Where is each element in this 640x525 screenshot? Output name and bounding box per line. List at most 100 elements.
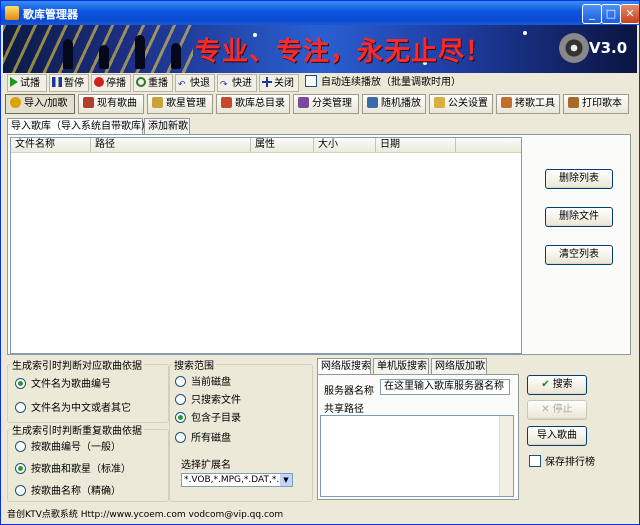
nav-copy-tool[interactable]: 拷歌工具	[496, 94, 560, 114]
close-icon	[262, 77, 272, 87]
share-path-scrollbar[interactable]	[499, 416, 513, 496]
radio-dot[interactable]	[175, 412, 186, 423]
app-icon	[5, 6, 19, 20]
file-list-header: 文件名称 路径 属性 大小 日期	[11, 138, 521, 153]
radio-filename-as-number[interactable]: 文件名为歌曲编号	[15, 375, 111, 390]
radio-by-song-name[interactable]: 按歌曲名称（精确）	[15, 482, 121, 497]
dancer-silhouette	[63, 39, 73, 69]
rewind-button[interactable]: ↶ 快退	[175, 74, 215, 92]
pause-button[interactable]: 暂停	[49, 74, 89, 92]
radio-current-disk[interactable]: 当前磁盘	[175, 373, 231, 388]
tab-add-new-song[interactable]: 添加新歌	[144, 118, 190, 134]
version-label: V3.0	[589, 39, 628, 57]
extension-value: *.VOB,*.MPG,*.DAT,*.M	[184, 475, 287, 485]
search-button[interactable]: ✔ 搜索	[527, 375, 587, 395]
chevron-down-icon[interactable]: ▼	[280, 474, 292, 486]
nav-category-management[interactable]: 分类管理	[293, 94, 359, 114]
radio-files-only[interactable]: 只搜索文件	[175, 391, 241, 406]
column-date[interactable]: 日期	[376, 138, 456, 152]
nav-import-songs[interactable]: 导入/加歌	[5, 94, 75, 114]
radio-by-song-and-singer[interactable]: 按歌曲和歌星（标准）	[15, 460, 131, 475]
extension-select[interactable]: *.VOB,*.MPG,*.DAT,*.M ▼	[181, 473, 293, 487]
radio-dot[interactable]	[175, 394, 186, 405]
nav-song-catalog[interactable]: 歌库总目录	[216, 94, 290, 114]
column-filename[interactable]: 文件名称	[11, 138, 91, 152]
dancer-silhouette	[135, 35, 145, 69]
nav-label: 拷歌工具	[515, 98, 555, 109]
fast-forward-label: 快进	[232, 78, 252, 89]
radio-dot[interactable]	[15, 441, 26, 452]
close-window-button[interactable]: ✕	[620, 4, 639, 24]
radio-dot[interactable]	[15, 378, 26, 389]
column-path[interactable]: 路径	[91, 138, 251, 152]
maximize-button[interactable]: □	[601, 4, 621, 24]
share-path-input[interactable]	[320, 415, 514, 497]
sparkle	[523, 31, 527, 35]
save-ranking-checkbox[interactable]	[529, 455, 541, 467]
nav-label: 公关设置	[448, 98, 488, 109]
tab-standalone-search[interactable]: 单机版搜索	[373, 358, 429, 374]
radio-label: 当前磁盘	[191, 377, 231, 388]
radio-dot[interactable]	[15, 463, 26, 474]
duplicate-basis-legend: 生成索引时判断重复歌曲依据	[12, 426, 142, 437]
play-icon	[10, 77, 18, 87]
auto-play-checkbox[interactable]	[305, 75, 317, 87]
status-bar: 音创KTV点歌系统 Http://www.ycoem.com vodcom@vi…	[7, 510, 284, 520]
checkmark-icon: ✔	[541, 379, 550, 390]
nav-public-settings[interactable]: 公关设置	[429, 94, 493, 114]
stop-search-label: 停止	[552, 404, 573, 415]
radio-all-disks[interactable]: 所有磁盘	[175, 429, 231, 444]
pause-icon	[52, 77, 62, 87]
radio-dot[interactable]	[175, 432, 186, 443]
radio-dot[interactable]	[175, 376, 186, 387]
file-list[interactable]: 文件名称 路径 属性 大小 日期	[10, 137, 522, 354]
auto-play-option[interactable]: 自动连续播放（批量调歌时用）	[305, 74, 461, 92]
nav-label: 导入/加歌	[24, 98, 68, 109]
catalog-icon	[221, 97, 232, 108]
radio-dot[interactable]	[15, 485, 26, 496]
replay-icon	[136, 77, 146, 87]
fast-forward-button[interactable]: ↷ 快进	[217, 74, 257, 92]
save-ranking-option[interactable]: 保存排行榜	[529, 453, 595, 468]
radio-by-song-number[interactable]: 按歌曲编号（一般）	[15, 438, 121, 453]
main-toolbar: 导入/加歌 现有歌曲 歌星管理 歌库总目录 分类管理 随机播放 公关设置 拷歌工…	[3, 94, 637, 114]
tab-import-library[interactable]: 导入歌库（导入系统自带歌库）	[7, 118, 151, 135]
search-scope-legend: 搜索范围	[174, 361, 214, 372]
window-title: 歌库管理器	[23, 8, 78, 21]
print-icon	[568, 97, 579, 108]
minimize-button[interactable]: _	[582, 4, 602, 24]
import-icon	[10, 97, 21, 108]
singer-icon	[152, 97, 163, 108]
stop-button[interactable]: 停播	[91, 74, 131, 92]
import-songs-button[interactable]: 导入歌曲	[527, 426, 587, 446]
settings-icon	[434, 97, 445, 108]
stop-label: 停播	[106, 78, 126, 89]
nav-print-songbook[interactable]: 打印歌本	[563, 94, 629, 114]
radio-label: 按歌曲编号（一般）	[31, 442, 121, 453]
songs-icon	[83, 97, 94, 108]
nav-random-play[interactable]: 随机播放	[362, 94, 426, 114]
radio-label: 所有磁盘	[191, 433, 231, 444]
index-basis-legend: 生成索引时判断对应歌曲依据	[12, 361, 142, 372]
replay-button[interactable]: 重播	[133, 74, 173, 92]
radio-dot[interactable]	[15, 402, 26, 413]
nav-singer-management[interactable]: 歌星管理	[147, 94, 213, 114]
preview-play-button[interactable]: 试播	[7, 74, 47, 92]
clear-list-button[interactable]: 清空列表	[545, 245, 613, 265]
nav-existing-songs[interactable]: 现有歌曲	[78, 94, 144, 114]
delete-list-button[interactable]: 删除列表	[545, 169, 613, 189]
tab-network-add-song[interactable]: 网络版加歌	[431, 358, 487, 374]
delete-file-button[interactable]: 删除文件	[545, 207, 613, 227]
radio-include-subdirs[interactable]: 包含子目录	[175, 409, 241, 424]
radio-filename-as-chinese[interactable]: 文件名为中文或者其它	[15, 399, 131, 414]
nav-label: 歌库总目录	[235, 98, 285, 109]
stop-search-button[interactable]: ✕ 停止	[527, 400, 587, 420]
server-name-input[interactable]: 在这里输入歌库服务器名称	[380, 379, 510, 395]
close-player-button[interactable]: 关闭	[259, 74, 299, 92]
radio-label: 包含子目录	[191, 413, 241, 424]
title-bar[interactable]: 歌库管理器 _ □ ✕	[1, 1, 639, 25]
tab-network-search[interactable]: 网络版搜索	[317, 358, 371, 375]
banner: 专业、专注，永无止尽！ V3.0	[3, 25, 637, 73]
column-attributes[interactable]: 属性	[251, 138, 314, 152]
column-size[interactable]: 大小	[314, 138, 376, 152]
